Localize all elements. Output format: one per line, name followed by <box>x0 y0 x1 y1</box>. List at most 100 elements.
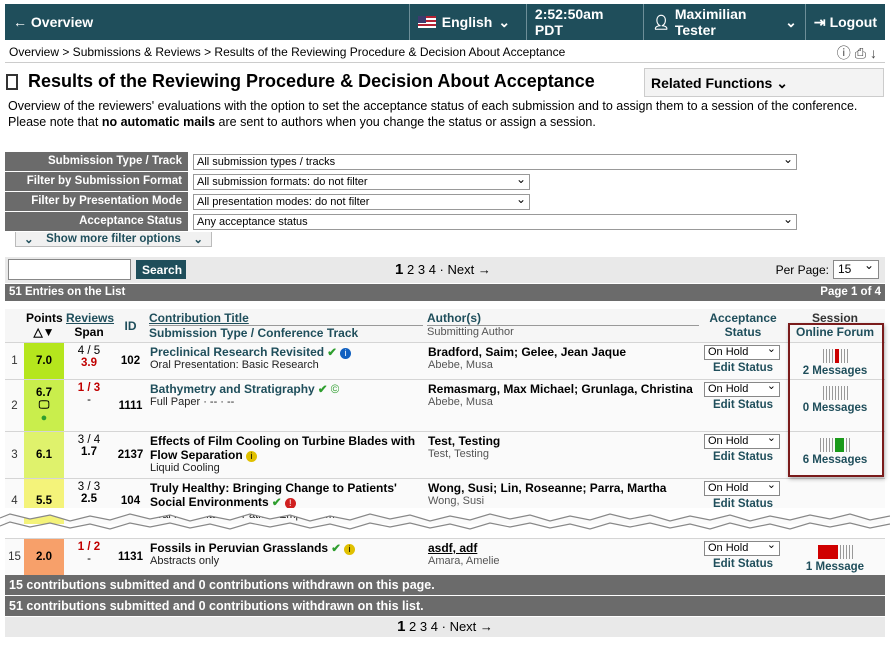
col-reviews[interactable]: Reviews Span <box>64 309 114 343</box>
print-icon[interactable]: ⎙ <box>855 45 870 61</box>
table-row: 1 7.0 4 / 5 3.9 102 Preclinical Research … <box>5 342 885 380</box>
overview-link[interactable]: ← Overview <box>5 4 410 40</box>
page-title: Results of the Reviewing Procedure & Dec… <box>6 71 595 92</box>
page-link[interactable]: 3 <box>420 619 427 634</box>
search-input[interactable] <box>8 259 131 280</box>
reviews-cell: 4 / 5 3.9 <box>64 342 114 380</box>
status-select[interactable]: On Hold <box>704 379 780 397</box>
filter-label: Acceptance Status <box>5 212 188 232</box>
online-forum-highlight <box>788 323 884 477</box>
format-select[interactable]: All submission formats: do not filter <box>193 172 530 190</box>
info-icon[interactable]: i <box>340 348 352 359</box>
status-cell: On Hold Edit Status <box>701 342 785 380</box>
status-cell: On Hold Edit Status <box>701 379 785 432</box>
language-label: English <box>441 14 493 30</box>
breadcrumb-text[interactable]: Overview > Submissions & Reviews > Resul… <box>9 45 565 59</box>
acceptance-status-select[interactable]: Any acceptance status <box>193 212 797 230</box>
status-select[interactable]: On Hold <box>704 431 780 449</box>
logout-button[interactable]: ⇥ Logout <box>806 4 885 40</box>
contribution-title-link[interactable]: Effects of Film Cooling on Turbine Blade… <box>150 434 415 462</box>
status-cell: On Hold Edit Status <box>701 431 785 479</box>
torn-edge-separator <box>0 508 890 540</box>
page-link[interactable]: 2 <box>407 262 414 277</box>
edit-status-link[interactable]: Edit Status <box>704 399 782 411</box>
user-icon: 👤︎ <box>652 13 670 30</box>
filter-label: Submission Type / Track <box>5 152 188 172</box>
status-select[interactable]: On Hold <box>704 538 780 556</box>
reviews-cell: 1 / 2- <box>64 538 114 575</box>
page-link[interactable]: 2 <box>409 619 416 634</box>
copyright-icon: © <box>330 384 340 396</box>
title-cell: Preclinical Research Revisited ✔ i Oral P… <box>147 342 425 380</box>
title-cell: Fossils in Peruvian Grasslands ✔ i Abstra… <box>147 538 425 575</box>
page-link[interactable]: 4 <box>429 262 436 277</box>
contribution-title-link[interactable]: Preclinical Research Revisited <box>150 345 324 359</box>
logout-icon: ⇥ <box>813 13 826 30</box>
track-select[interactable]: All submission types / tracks <box>193 152 797 170</box>
us-flag-icon <box>417 16 436 28</box>
points-badge: 2.0 <box>24 538 64 575</box>
table-row: 15 2.0 1 / 2- 1131 Fossils in Peruvian G… <box>5 538 885 575</box>
monitor-icon: 🖵︎ <box>38 399 50 411</box>
double-chevron-icon: ⌄ <box>24 234 34 246</box>
language-selector[interactable]: English ⌄ <box>410 4 527 40</box>
page-link[interactable]: 4 <box>431 619 438 634</box>
submission-id: 102 <box>114 342 147 380</box>
help-icon[interactable]: ⓘ <box>837 45 855 61</box>
page-link[interactable]: 3 <box>418 262 425 277</box>
list-summary-bar: 51 contributions submitted and 0 contrib… <box>5 596 885 616</box>
clock: 2:52:50am PDT <box>527 4 645 40</box>
related-functions-button[interactable]: Related Functions ⌄ <box>644 68 884 97</box>
forum-activity-icon <box>788 545 882 559</box>
status-cell: On Hold Edit Status <box>701 538 785 575</box>
forum-messages-link[interactable]: 1 Message <box>788 561 882 573</box>
pagination-bottom: 1 2 3 4 · Next → <box>5 617 885 637</box>
row-index: 3 <box>5 431 24 479</box>
per-page-control: Per Page: 15 <box>775 258 879 279</box>
arrow-down-icon[interactable]: ↓ <box>870 45 881 61</box>
contribution-title-link[interactable]: Bathymetry and Stratigraphy <box>150 382 315 396</box>
next-page-link[interactable]: · Next → <box>442 619 493 634</box>
entries-bar: 51 Entries on the List Page 1 of 4 <box>5 284 885 301</box>
warning-icon[interactable]: i <box>344 544 356 555</box>
reviews-cell: 1 / 3- <box>64 379 114 432</box>
col-id[interactable]: ID <box>114 309 147 343</box>
points-badge: 7.0 <box>24 342 64 380</box>
show-more-filters-button[interactable]: ⌄ Show more filter options ⌄ <box>15 232 212 247</box>
filter-row-format: Filter by Submission Format All submissi… <box>5 172 885 192</box>
breadcrumb-tools: ⓘ⎙↓ <box>837 43 881 63</box>
warning-icon[interactable]: i <box>245 451 257 462</box>
sort-icon[interactable]: △▼ <box>33 325 54 339</box>
submissions-table: Points △▼ Reviews Span ID Contribution Tit… <box>5 309 885 524</box>
table-header: Points △▼ Reviews Span ID Contribution Tit… <box>5 309 885 343</box>
edit-status-link[interactable]: Edit Status <box>704 451 782 463</box>
title-cell: Bathymetry and Stratigraphy ✔ © Full Pape… <box>147 379 425 432</box>
time-label: 2:52:50am PDT <box>534 6 604 38</box>
contribution-title-link[interactable]: Fossils in Peruvian Grasslands <box>150 541 328 555</box>
status-select[interactable]: On Hold <box>704 478 780 496</box>
col-authors[interactable]: Author(s) Submitting Author <box>425 309 701 343</box>
points-badge: 6.1 <box>24 431 64 479</box>
search-button[interactable]: Search <box>136 260 186 279</box>
presentation-mode-select[interactable]: All presentation modes: do not filter <box>193 192 530 210</box>
double-chevron-icon: ⌄ <box>193 234 203 246</box>
per-page-select[interactable]: 15 <box>833 258 879 279</box>
col-points[interactable]: Points △▼ <box>24 309 64 343</box>
user-menu[interactable]: 👤︎ Maximilian Tester ⌄ <box>644 4 806 40</box>
forum-cell: 1 Message <box>785 538 885 575</box>
check-icon: ✔ <box>327 347 337 359</box>
next-page-link[interactable]: · Next → <box>440 262 491 277</box>
status-select[interactable]: On Hold <box>704 342 780 360</box>
page-title-text: Results of the Reviewing Procedure & Dec… <box>28 71 595 91</box>
edit-status-link[interactable]: Edit Status <box>704 362 782 374</box>
pagination: 1 2 3 4 · Next → <box>395 261 491 278</box>
per-page-label: Per Page: <box>775 262 829 277</box>
search-bar: Search 1 2 3 4 · Next → Per Page: 15 <box>5 257 885 283</box>
chevron-down-icon: ⌄ <box>776 75 788 91</box>
col-title[interactable]: Contribution Title Submission Type / Conf… <box>147 309 425 343</box>
col-acceptance[interactable]: Acceptance Status <box>701 309 785 343</box>
user-name: Maximilian Tester <box>674 6 747 38</box>
edit-status-link[interactable]: Edit Status <box>704 558 782 570</box>
filter-label: Filter by Submission Format <box>5 172 188 192</box>
overview-label: ← Overview <box>13 14 94 30</box>
